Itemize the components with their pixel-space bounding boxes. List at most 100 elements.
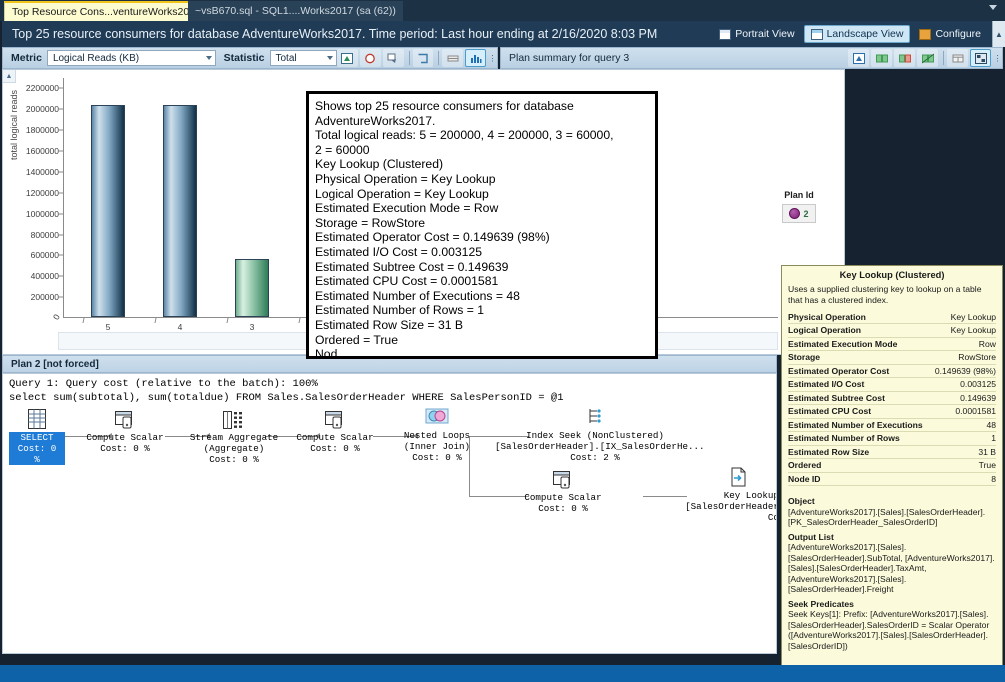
chart-bar[interactable]	[163, 105, 197, 317]
tooltip-line: Estimated Execution Mode = Row	[315, 201, 649, 216]
tab-strip: Top Resource Cons...ventureWorks2017] ⊖ …	[0, 0, 1005, 21]
property-row: Node ID8	[788, 473, 996, 487]
plan-view-icon[interactable]	[970, 49, 991, 67]
plan-node-nested-loops[interactable]: Nested Loops (Inner Join) Cost: 0 %	[391, 402, 483, 463]
plan-node-subtitle: [SalesOrderHeader].[IX_SalesOrderHe...	[495, 441, 695, 452]
chart-toolbar: Metric Logical Reads (KB) Statistic Tota…	[2, 47, 498, 69]
property-value: Row	[979, 339, 996, 350]
unforce-plan-icon[interactable]	[413, 49, 434, 67]
property-row: Estimated Subtree Cost0.149639	[788, 392, 996, 406]
force-plan-icon[interactable]	[894, 49, 915, 67]
property-key: Storage	[788, 352, 820, 363]
tooltip-line: Nod	[315, 347, 649, 359]
plan-node-subtitle: (Inner Join)	[391, 441, 483, 452]
grid-view-icon[interactable]	[947, 49, 968, 67]
unforce-plan-icon[interactable]	[917, 49, 938, 67]
tooltip-line: Estimated Number of Executions = 48	[315, 289, 649, 304]
tooltip-line: Estimated CPU Cost = 0.0001581	[315, 274, 649, 289]
legend-item-label: 2	[803, 209, 808, 219]
plan-node-cost: Cost: 0 %	[9, 443, 65, 465]
chart-scroll-up-button[interactable]: ▲	[3, 70, 16, 83]
property-section-line: [SalesOrderID])	[788, 641, 996, 652]
query-cost-line: Query 1: Query cost (relative to the bat…	[9, 378, 318, 390]
metric-select[interactable]: Logical Reads (KB)	[47, 50, 216, 66]
configure-label: Configure	[935, 28, 981, 40]
toolbar-overflow-button[interactable]: ⋮	[993, 54, 1002, 63]
property-row: Estimated Execution Mode Row	[788, 338, 996, 352]
plan-node-compute-scalar-1[interactable]: Compute Scalar Cost: 0 %	[77, 404, 173, 454]
chart-view-icon[interactable]	[465, 49, 486, 67]
tooltip-line: Physical Operation = Key Lookup	[315, 172, 649, 187]
plan-node-key-lookup[interactable]: Key Lookup (Cluste [SalesOrderHeader].[P…	[653, 462, 777, 523]
chart-bar[interactable]	[235, 259, 269, 317]
y-axis-tick-label: 2200000	[26, 83, 59, 93]
y-axis-line	[63, 78, 64, 318]
property-value: RowStore	[958, 352, 996, 363]
legend-item-plan-2[interactable]: 2	[782, 204, 815, 223]
property-key: Estimated Number of Rows	[788, 433, 900, 444]
plan-node-cost: Cost: 0 %	[77, 443, 173, 454]
property-section-line: [PK_SalesOrderHeader_SalesOrderID]	[788, 517, 996, 528]
portrait-view-button[interactable]: Portrait View	[712, 25, 801, 43]
plan-node-compute-scalar-3[interactable]: Compute Scalar Cost: 0 %	[515, 464, 611, 514]
select-result-icon	[9, 404, 65, 430]
plan-node-cost: Cost: 0 %	[391, 452, 483, 463]
portrait-view-icon	[719, 29, 731, 40]
property-key: Estimated CPU Cost	[788, 406, 871, 417]
y-axis-tick-label: 1800000	[26, 125, 59, 135]
tab-sql-query[interactable]: ~vsB670.sql - SQL1....Works2017 (sa (62)…	[188, 1, 403, 21]
key-lookup-icon	[653, 462, 777, 488]
stream-aggregate-icon	[179, 404, 289, 430]
chevron-down-icon[interactable]	[989, 5, 997, 10]
y-axis-tick-label: 800000	[31, 230, 59, 240]
plan-node-index-seek[interactable]: Index Seek (NonClustered) [SalesOrderHea…	[495, 402, 695, 463]
property-value: True	[979, 460, 996, 471]
plan-node-cost: Cost: 98 %	[653, 512, 777, 523]
plan-node-title: Compute Scalar	[287, 432, 383, 443]
force-plan-icon[interactable]	[383, 49, 404, 67]
y-axis-tick	[59, 213, 63, 214]
x-axis-tick-label: 4	[163, 322, 197, 332]
y-axis-tick-label: 1600000	[26, 146, 59, 156]
property-key: Estimated Execution Mode	[788, 339, 897, 350]
landscape-view-label: Landscape View	[827, 28, 904, 40]
statistic-select[interactable]: Total	[270, 50, 338, 66]
property-value: Key Lookup	[951, 312, 996, 323]
property-value: 0.0001581	[955, 406, 996, 417]
plan-node-select[interactable]: SELECT Cost: 0 %	[9, 404, 65, 465]
scroll-up-button[interactable]: ▲	[992, 21, 1005, 47]
property-key: Ordered	[788, 460, 821, 471]
property-row: Estimated Row Size31 B	[788, 446, 996, 460]
tooltip-line: AdventureWorks2017.	[315, 114, 649, 129]
property-section-line: [SalesOrderHeader].SubTotal, [AdventureW…	[788, 553, 996, 564]
chart-bar[interactable]	[91, 105, 125, 317]
grid-view-icon[interactable]	[442, 49, 463, 67]
x-axis-tick	[82, 318, 84, 323]
compute-scalar-icon	[287, 404, 383, 430]
toolbar-overflow-button[interactable]: ⋮	[488, 54, 497, 63]
track-query-icon[interactable]	[848, 49, 869, 67]
compare-plans-icon[interactable]	[871, 49, 892, 67]
property-value: 0.003125	[960, 379, 996, 390]
property-row: Estimated Operator Cost0.149639 (98%)	[788, 365, 996, 379]
properties-description: Uses a supplied clustering key to lookup…	[788, 284, 996, 306]
execution-plan-canvas[interactable]: Query 1: Query cost (relative to the bat…	[2, 373, 777, 654]
plan-node-stream-aggregate[interactable]: Stream Aggregate (Aggregate) Cost: 0 %	[179, 404, 289, 465]
compute-scalar-icon	[515, 464, 611, 490]
configure-button[interactable]: Configure	[912, 25, 988, 43]
track-query-icon[interactable]	[337, 49, 358, 67]
property-section-line: ([AdventureWorks2017].[Sales].[SalesOrde…	[788, 630, 996, 641]
view-mode-buttons: Portrait View Landscape View Configure	[712, 25, 992, 43]
tooltip-line: Total logical reads: 5 = 200000, 4 = 200…	[315, 128, 649, 143]
property-row: Estimated Number of Rows1	[788, 432, 996, 446]
landscape-view-button[interactable]: Landscape View	[804, 25, 911, 43]
y-axis-tick	[59, 88, 63, 89]
property-row: Ordered True	[788, 459, 996, 473]
property-section-line: [SalesOrderHeader].SalesOrderID = Scalar…	[788, 620, 996, 631]
statistic-value: Total	[276, 53, 297, 64]
x-axis-tick	[226, 318, 228, 323]
compare-plans-icon[interactable]	[360, 49, 381, 67]
plan-node-compute-scalar-2[interactable]: Compute Scalar Cost: 0 %	[287, 404, 383, 454]
y-axis-tick-label: 1200000	[26, 188, 59, 198]
property-key: Estimated Operator Cost	[788, 366, 889, 377]
